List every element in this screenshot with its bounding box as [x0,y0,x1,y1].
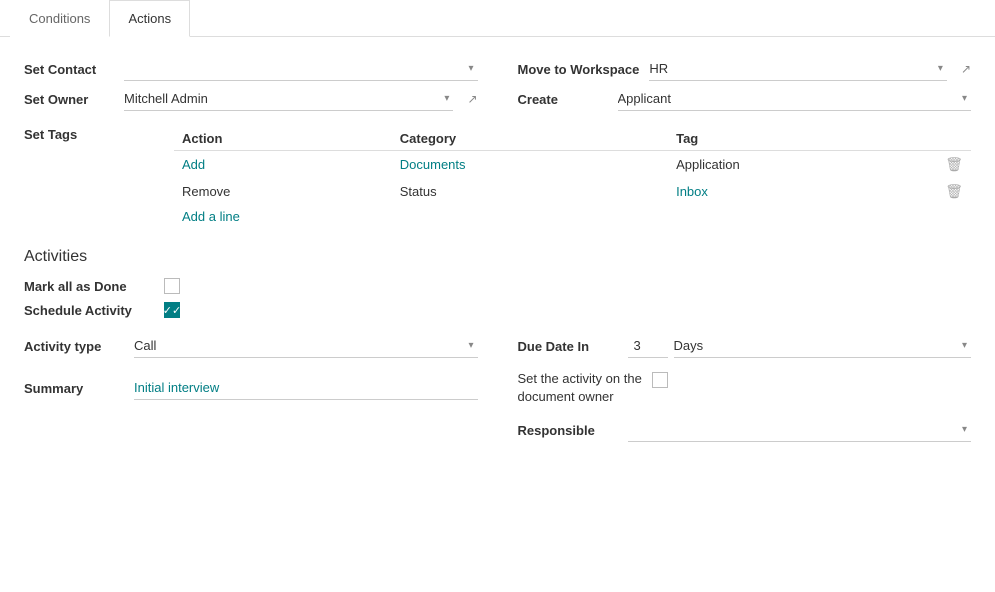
doc-owner-checkbox[interactable] [652,372,668,388]
set-contact-select[interactable]: ▾ [124,57,478,81]
tab-conditions[interactable]: Conditions [10,0,109,37]
activity-type-group: Activity type Call ▾ [24,334,478,358]
due-date-unit-select[interactable]: Days Weeks Months ▾ [674,334,972,358]
create-label: Create [518,92,608,107]
activities-title: Activities [24,248,971,266]
delete-row-0-button[interactable]: 🗑 [945,156,963,172]
tag-tag-1: Inbox [668,178,937,205]
tag-action-1: Remove [174,178,392,205]
main-content: Set Contact ▾ Move to Workspace HR ▾ ↗ S… [0,37,995,474]
tags-table: Action Category Tag Add Documents Applic… [174,127,971,205]
due-date-group: Due Date In 3 Days Weeks Months ▾ [518,334,972,358]
summary-input[interactable] [134,376,478,399]
summary-label: Summary [24,381,124,396]
set-contact-label: Set Contact [24,62,114,77]
tags-col-category: Category [392,127,668,151]
set-owner-input[interactable]: Mitchell Admin [124,87,453,110]
activity-type-input[interactable]: Call [134,334,478,357]
set-tags-label: Set Tags [24,127,77,142]
activity-type-select[interactable]: Call ▾ [134,334,478,358]
move-to-workspace-input[interactable]: HR [649,57,947,80]
doc-owner-label-text: Set the activity on the document owner [518,370,642,406]
schedule-activity-label: Schedule Activity [24,303,154,318]
tab-bar: Conditions Actions [0,0,995,37]
activity-row-1: Activity type Call ▾ Due Date In 3 [24,334,971,358]
move-to-workspace-label: Move to Workspace [518,62,640,77]
tag-category-1: Status [392,178,668,205]
summary-group: Summary [24,370,478,406]
form-row-2: Set Owner Mitchell Admin ▾ ↗ Create Appl… [24,87,971,111]
activity-row-3: Responsible ▾ [24,418,971,442]
responsible-input[interactable] [628,418,972,441]
tags-col-tag: Tag [668,127,937,151]
tags-table-wrapper: Action Category Tag Add Documents Applic… [174,127,971,228]
mark-all-done-row: Mark all as Done [24,278,971,294]
set-owner-external-link[interactable]: ↗ [467,92,477,106]
activity-fields: Activity type Call ▾ Due Date In 3 [24,334,971,442]
responsible-empty [24,418,478,442]
due-date-unit-input[interactable]: Days Weeks Months [674,334,972,357]
activities-section: Activities Mark all as Done Schedule Act… [24,248,971,442]
tags-row: Set Tags Action Category Tag Add [24,127,971,228]
add-line-button[interactable]: Add a line [174,205,248,228]
responsible-label: Responsible [518,423,618,438]
due-date-value[interactable]: 3 [628,334,668,358]
set-contact-input[interactable] [124,57,478,80]
doc-owner-group: Set the activity on the document owner [518,370,972,406]
create-select[interactable]: Applicant ▾ [618,87,972,111]
mark-all-done-label: Mark all as Done [24,279,154,294]
tag-category-0: Documents [392,151,668,179]
create-group: Create Applicant ▾ [518,87,972,111]
delete-row-1-button[interactable]: 🗑 [945,183,963,199]
responsible-select[interactable]: ▾ [628,418,972,442]
table-row: Remove Status Inbox 🗑 [174,178,971,205]
due-date-in-label: Due Date In [518,339,618,354]
activity-row-2: Summary Set the activity on the document… [24,370,971,406]
schedule-activity-checkbox[interactable]: ✓ [164,302,180,318]
set-owner-select[interactable]: Mitchell Admin ▾ [124,87,453,111]
set-contact-group: Set Contact ▾ [24,57,478,81]
tags-label-wrapper: Set Tags [24,127,174,228]
set-owner-label: Set Owner [24,92,114,107]
tag-action-0: Add [174,151,392,179]
set-owner-group: Set Owner Mitchell Admin ▾ ↗ [24,87,478,111]
tag-tag-0: Application [668,151,937,179]
activity-type-label: Activity type [24,339,124,354]
mark-all-done-checkbox[interactable] [164,278,180,294]
form-row-1: Set Contact ▾ Move to Workspace HR ▾ ↗ [24,57,971,81]
set-tags-section: Set Tags Action Category Tag Add [24,127,971,228]
schedule-activity-row: Schedule Activity ✓ [24,302,971,318]
move-to-workspace-external-link[interactable]: ↗ [961,62,971,76]
tags-col-action: Action [174,127,392,151]
table-row: Add Documents Application 🗑 [174,151,971,179]
responsible-group: Responsible ▾ [518,418,972,442]
move-to-workspace-select[interactable]: HR ▾ [649,57,947,81]
move-to-workspace-group: Move to Workspace HR ▾ ↗ [518,57,972,81]
create-input[interactable]: Applicant [618,87,972,110]
tab-actions[interactable]: Actions [109,0,190,37]
